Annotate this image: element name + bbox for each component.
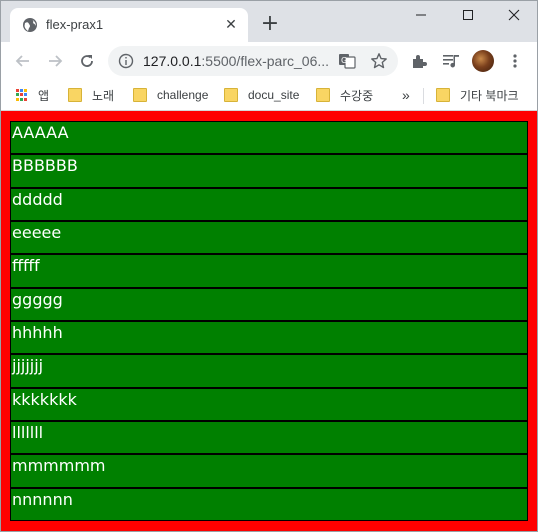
back-icon[interactable] (12, 50, 34, 72)
bookmark-folder-other[interactable]: 기타 북마크 (436, 86, 519, 104)
folder-icon (436, 88, 450, 102)
folder-icon (68, 88, 82, 102)
flex-item: BBBBBB (10, 154, 528, 188)
extensions-icon[interactable] (408, 50, 430, 72)
minimize-icon[interactable] (398, 0, 444, 30)
maximize-icon[interactable] (445, 0, 491, 30)
info-icon[interactable] (118, 53, 134, 73)
flex-item: AAAAA (10, 121, 528, 155)
star-icon[interactable] (370, 52, 388, 74)
tab-close-icon[interactable]: ✕ (224, 18, 238, 32)
flex-item: kkkkkkk (10, 387, 528, 421)
flex-item: jjjjjjj (10, 354, 528, 388)
flex-item: nnnnnn (10, 487, 528, 521)
url-text: 127.0.0.1:5500/flex-parc_06... (143, 53, 329, 69)
flex-item: mmmmmm (10, 454, 528, 488)
media-control-icon[interactable] (440, 50, 462, 72)
tab-title: flex-prax1 (46, 17, 104, 32)
flex-items: AAAAA BBBBBB ddddd eeeee fffff ggggg hhh… (10, 121, 528, 521)
bookmark-label: 기타 북마크 (460, 88, 519, 103)
bookmark-label: 앱 (38, 88, 50, 103)
flex-item: ggggg (10, 287, 528, 321)
flex-item: hhhhh (10, 320, 528, 355)
page-viewport: AAAAA BBBBBB ddddd eeeee fffff ggggg hhh… (0, 111, 538, 532)
browser-window: flex-prax1 ✕ + 127.0.0.1:5500/flex-parc_… (0, 0, 538, 532)
profile-avatar[interactable] (472, 50, 494, 72)
bookmarks-bar: 앱 노래 challenge docu_site 수강중 » 기타 북마크 (0, 80, 538, 111)
bookmark-folder-studying[interactable]: 수강중 (316, 86, 373, 104)
flex-container: AAAAA BBBBBB ddddd eeeee fffff ggggg hhh… (0, 111, 538, 532)
bookmark-apps[interactable]: 앱 (16, 86, 49, 104)
close-icon[interactable] (491, 0, 537, 30)
new-tab-button[interactable]: + (260, 13, 280, 35)
svg-text:G: G (341, 56, 347, 65)
globe-icon (22, 17, 38, 33)
bookmark-label: 노래 (92, 88, 115, 103)
apps-icon (16, 89, 28, 101)
flex-item: eeeee (10, 220, 528, 255)
bookmarks-divider (423, 88, 424, 104)
translate-icon[interactable]: G (338, 52, 356, 74)
flex-item: lllllll (10, 420, 528, 455)
menu-icon[interactable] (504, 50, 526, 72)
folder-icon (316, 88, 330, 102)
bookmarks-overflow-chevron[interactable]: » (402, 86, 410, 104)
bookmark-label: challenge (157, 88, 209, 102)
toolbar: 127.0.0.1:5500/flex-parc_06... G (0, 42, 538, 80)
tab-strip: flex-prax1 ✕ + (0, 0, 538, 42)
bookmark-folder-docu-site[interactable]: docu_site (224, 86, 299, 104)
reload-icon[interactable] (76, 50, 98, 72)
url-path: :5500/flex-parc_06... (201, 53, 330, 69)
flex-item: ddddd (10, 187, 528, 221)
bookmark-folder-song[interactable]: 노래 (68, 86, 114, 104)
bookmark-folder-challenge[interactable]: challenge (133, 86, 208, 104)
folder-icon (133, 88, 147, 102)
bookmark-label: docu_site (248, 88, 300, 102)
bookmark-label: 수강중 (340, 88, 374, 103)
url-host: 127.0.0.1 (143, 53, 202, 69)
tab-active[interactable]: flex-prax1 ✕ (10, 8, 248, 42)
flex-item: fffff (10, 254, 528, 288)
forward-icon[interactable] (44, 50, 66, 72)
address-bar[interactable]: 127.0.0.1:5500/flex-parc_06... G (108, 46, 398, 76)
folder-icon (224, 88, 238, 102)
